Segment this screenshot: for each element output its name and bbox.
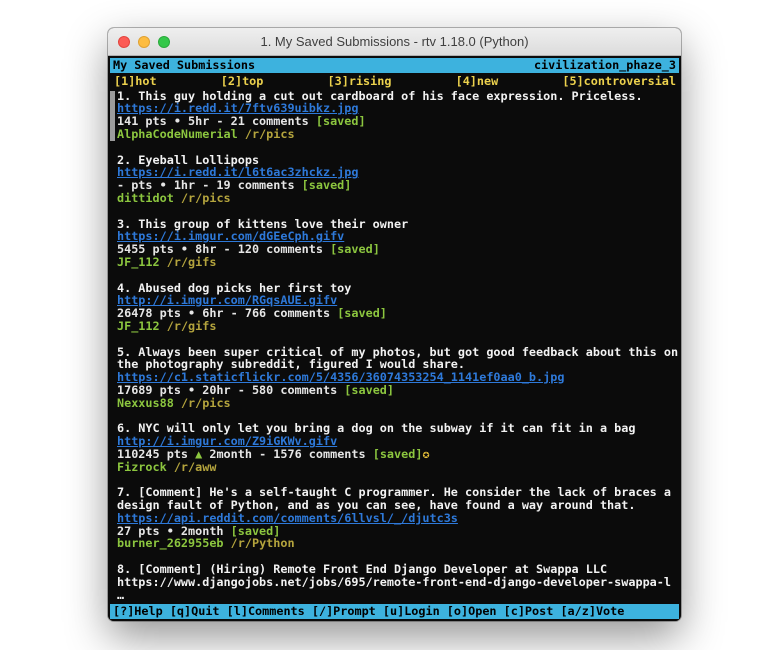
submission-subreddit: /r/gifs xyxy=(167,255,217,269)
submission-subreddit: /r/aww xyxy=(174,460,217,474)
terminal-window: 1. My Saved Submissions - rtv 1.18.0 (Py… xyxy=(108,28,681,621)
submission-author: JF_112 xyxy=(117,255,160,269)
submission-title: 5. Always been super critical of my phot… xyxy=(117,346,679,372)
submission-subreddit: /r/Python xyxy=(231,536,295,550)
close-button[interactable] xyxy=(118,36,130,48)
submission-byline: dittidot /r/pics xyxy=(117,192,679,205)
traffic-lights xyxy=(118,28,170,55)
submission-byline: AlphaCodeNumerial /r/pics xyxy=(117,128,679,141)
status-header-bar: My Saved Submissions civilization_phaze_… xyxy=(110,58,679,73)
submission-subreddit: /r/pics xyxy=(245,127,295,141)
window-title: 1. My Saved Submissions - rtv 1.18.0 (Py… xyxy=(260,34,528,49)
submission-url[interactable]: https://www.djangojobs.net/jobs/695/remo… xyxy=(117,576,679,589)
submission-list: 1. This guy holding a cut out cardboard … xyxy=(110,89,679,605)
submission-author: Fizrock xyxy=(117,460,167,474)
submission-stats-after: 2month - 1576 comments xyxy=(202,447,372,461)
sort-tab-5controversial[interactable]: [5]controversial xyxy=(562,75,676,88)
submission-item[interactable]: 7. [Comment] He's a self-taught C progra… xyxy=(110,486,679,550)
fullscreen-button[interactable] xyxy=(158,36,170,48)
saved-badge: [saved] xyxy=(337,306,387,320)
submission-item[interactable]: 1. This guy holding a cut out cardboard … xyxy=(110,90,679,141)
submission-item[interactable]: 6. NYC will only let you bring a dog on … xyxy=(110,422,679,473)
submission-byline: JF_112 /r/gifs xyxy=(117,256,679,269)
submission-item[interactable]: 5. Always been super critical of my phot… xyxy=(110,346,679,410)
submission-author: JF_112 xyxy=(117,319,160,333)
submission-author: burner_262955eb xyxy=(117,536,224,550)
submission-byline: Nexxus88 /r/pics xyxy=(117,397,679,410)
submission-subreddit: /r/pics xyxy=(181,191,231,205)
gilded-icon: ✪ xyxy=(422,447,429,461)
sort-tab-1hot[interactable]: [1]hot xyxy=(114,75,157,88)
sort-tab-3rising[interactable]: [3]rising xyxy=(328,75,392,88)
footer-help-text: [?]Help [q]Quit [l]Comments [/]Prompt [u… xyxy=(113,605,624,618)
submission-item[interactable]: 8. [Comment] (Hiring) Remote Front End D… xyxy=(110,563,679,601)
sort-tabs: [1]hot [2]top [3]rising [4]new [5]controvers… xyxy=(110,73,679,89)
submission-item[interactable]: 3. This group of kittens love their owne… xyxy=(110,218,679,269)
saved-badge: [saved] xyxy=(316,114,366,128)
submission-item[interactable]: 2. Eyeball Lollipopshttps://i.redd.it/l6… xyxy=(110,154,679,205)
submission-author: dittidot xyxy=(117,191,174,205)
titlebar: 1. My Saved Submissions - rtv 1.18.0 (Py… xyxy=(108,28,681,56)
sort-tab-2top[interactable]: [2]top xyxy=(221,75,264,88)
submission-title: 7. [Comment] He's a self-taught C progra… xyxy=(117,486,679,512)
saved-badge: [saved] xyxy=(302,178,352,192)
submission-author: Nexxus88 xyxy=(117,396,174,410)
saved-badge: [saved] xyxy=(330,242,380,256)
saved-badge: [saved] xyxy=(344,383,394,397)
truncation-ellipsis: … xyxy=(117,589,679,602)
sort-tab-4new[interactable]: [4]new xyxy=(456,75,499,88)
submission-subreddit: /r/pics xyxy=(181,396,231,410)
submission-title: 8. [Comment] (Hiring) Remote Front End D… xyxy=(117,563,679,576)
submission-item[interactable]: 4. Abused dog picks her first toyhttp://… xyxy=(110,282,679,333)
submission-byline: burner_262955eb /r/Python xyxy=(117,537,679,550)
submission-subreddit: /r/gifs xyxy=(167,319,217,333)
saved-badge: [saved] xyxy=(373,447,423,461)
desktop: 1. My Saved Submissions - rtv 1.18.0 (Py… xyxy=(0,0,771,650)
status-footer-bar: [?]Help [q]Quit [l]Comments [/]Prompt [u… xyxy=(110,604,679,619)
username-label: civilization_phaze_3 xyxy=(534,59,676,72)
submission-byline: Fizrock /r/aww xyxy=(117,461,679,474)
page-title: My Saved Submissions xyxy=(113,59,255,72)
submission-byline: JF_112 /r/gifs xyxy=(117,320,679,333)
minimize-button[interactable] xyxy=(138,36,150,48)
terminal-content: My Saved Submissions civilization_phaze_… xyxy=(108,56,681,621)
submission-author: AlphaCodeNumerial xyxy=(117,127,238,141)
